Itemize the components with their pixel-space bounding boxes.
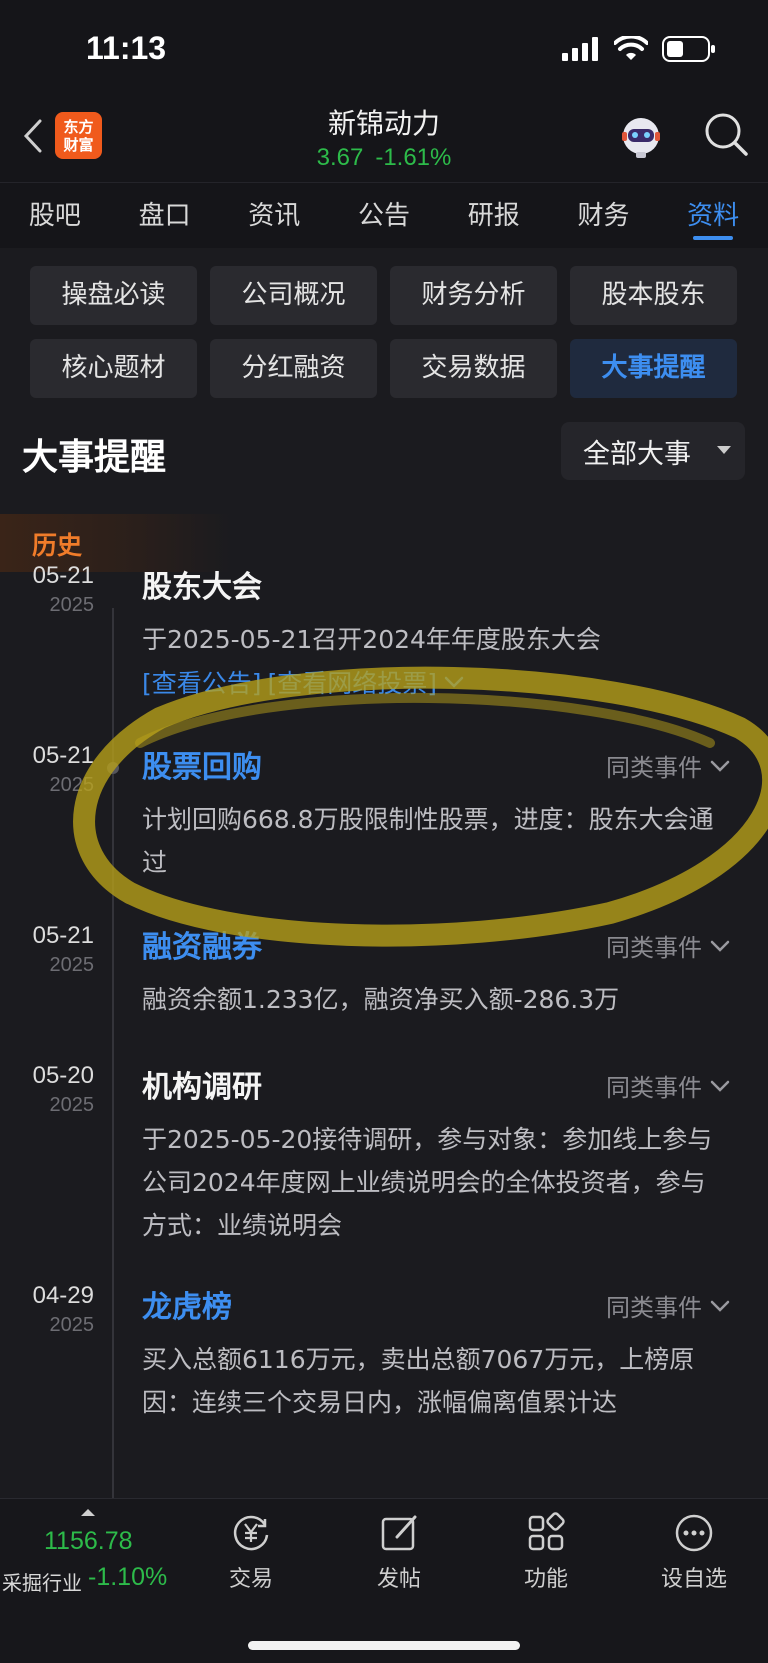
home-indicator[interactable] [248, 1641, 520, 1650]
more-icon [675, 1514, 713, 1552]
main-tabs: 股吧 盘口 资讯 公告 研报 财务 资料 [0, 182, 768, 248]
chevron-down-icon [710, 940, 730, 952]
event-links: [查看公告] [查看网络投票] [142, 664, 465, 700]
chevron-down-icon[interactable] [443, 675, 465, 689]
same-type-events-toggle[interactable]: 同类事件 [606, 748, 730, 783]
same-type-label: 同类事件 [606, 754, 702, 782]
same-type-events-toggle[interactable]: 同类事件 [606, 1288, 730, 1323]
tab-guba[interactable]: 股吧 [0, 183, 110, 248]
status-bar: 11:13 [0, 0, 768, 100]
event-date: 05-20 [32, 1062, 94, 1089]
subsection-button[interactable]: 公司概况 [210, 266, 377, 325]
content-area: 操盘必读 公司概况 财务分析 股本股东 核心题材 分红融资 交易数据 大事提醒 … [0, 248, 768, 1498]
event-title[interactable]: 融资融券 [142, 922, 262, 966]
subsection-button[interactable]: 财务分析 [390, 266, 557, 325]
battery-icon [662, 36, 715, 62]
chevron-down-icon [710, 1080, 730, 1092]
subsection-button[interactable]: 核心题材 [30, 339, 197, 398]
subsection-button[interactable]: 交易数据 [390, 339, 557, 398]
same-type-label: 同类事件 [606, 1074, 702, 1102]
tab-announcements[interactable]: 公告 [329, 183, 439, 248]
bottom-toolbar: 1156.78 采掘行业 -1.10% 交易 发帖 功能 设自选 [0, 1498, 768, 1663]
same-type-label: 同类事件 [606, 1294, 702, 1322]
industry-index-change: -1.10% [88, 1563, 168, 1591]
event-title[interactable]: 股票回购 [142, 742, 262, 786]
industry-index-value: 1156.78 [44, 1527, 133, 1555]
chevron-down-icon [710, 760, 730, 772]
event-date: 05-21 [32, 922, 94, 949]
chevron-down-icon [710, 1300, 730, 1312]
subsection-button[interactable]: 分红融资 [210, 339, 377, 398]
event-year: 2025 [49, 1094, 95, 1116]
expand-up-icon[interactable] [81, 1509, 95, 1516]
stock-price: 3.67 [316, 144, 364, 171]
event-title: 机构调研 [142, 1070, 262, 1105]
event-date: 05-21 [32, 562, 94, 589]
tab-pankou[interactable]: 盘口 [110, 183, 220, 248]
stock-change: -1.61% [375, 144, 452, 171]
event-description: 于2025-05-20接待调研，参与对象：参加线上参与公司2024年度网上业绩说… [142, 1125, 713, 1240]
signal-icon [562, 37, 598, 61]
view-announcement-link[interactable]: [查看公告] [142, 664, 262, 700]
event-year: 2025 [49, 954, 95, 976]
functions-label: 功能 [523, 1567, 568, 1592]
same-type-events-toggle[interactable]: 同类事件 [606, 928, 730, 963]
event-description: 融资余额1.233亿，融资净买入额-286.3万 [142, 985, 620, 1014]
wifi-icon [614, 36, 648, 60]
event-filter-dropdown[interactable]: 全部大事 [561, 422, 745, 480]
timeline-dot [107, 762, 119, 774]
filter-label: 全部大事 [583, 438, 691, 470]
event-description: 于2025-05-21召开2024年年度股东大会 [142, 625, 601, 654]
trade-label: 交易 [228, 1567, 273, 1592]
subsection-grid: 操盘必读 公司概况 财务分析 股本股东 核心题材 分红融资 交易数据 大事提醒 [30, 266, 738, 398]
event-title: 股东大会 [142, 570, 262, 605]
tab-research[interactable]: 研报 [439, 183, 549, 248]
functions-button[interactable]: 功能 [491, 1511, 601, 1593]
status-time: 11:13 [86, 30, 167, 66]
same-type-label: 同类事件 [606, 934, 702, 962]
tab-finance[interactable]: 财务 [549, 183, 659, 248]
event-date: 05-21 [32, 742, 94, 769]
add-watchlist-button[interactable]: 设自选 [639, 1511, 749, 1593]
search-icon[interactable] [702, 110, 750, 158]
event-year: 2025 [49, 774, 95, 796]
post-button[interactable]: 发帖 [344, 1511, 454, 1593]
event-year: 2025 [49, 594, 95, 616]
robot-assistant-icon[interactable] [618, 114, 664, 160]
caret-down-icon [717, 446, 731, 454]
add-watchlist-label: 设自选 [660, 1567, 727, 1592]
event-date: 04-29 [32, 1282, 94, 1309]
view-online-vote-link[interactable]: [查看网络投票] [268, 664, 438, 700]
tab-news[interactable]: 资讯 [219, 183, 329, 248]
subsection-button-active[interactable]: 大事提醒 [570, 339, 737, 398]
history-label: 历史 [32, 531, 83, 560]
industry-index-widget[interactable]: 1156.78 采掘行业 -1.10% [0, 1499, 176, 1609]
edit-icon [381, 1515, 417, 1551]
event-description: 买入总额6116万元，卖出总额7067万元，上榜原因：连续三个交易日内，涨幅偏离… [142, 1345, 695, 1417]
trade-button[interactable]: 交易 [196, 1511, 306, 1593]
event-title[interactable]: 龙虎榜 [142, 1282, 232, 1326]
subsection-button[interactable]: 操盘必读 [30, 266, 197, 325]
same-type-events-toggle[interactable]: 同类事件 [606, 1068, 730, 1103]
industry-label: 采掘行业 [2, 1571, 82, 1595]
section-title: 大事提醒 [22, 437, 167, 478]
tab-profile[interactable]: 资料 [658, 183, 768, 248]
stock-header: 东方 财富 新锦动力 3.67 -1.61% [0, 100, 768, 182]
timeline-line [112, 608, 114, 1498]
post-label: 发帖 [376, 1567, 421, 1592]
event-description: 计划回购668.8万股限制性股票，进度：股东大会通过 [142, 805, 714, 877]
event-year: 2025 [49, 1314, 95, 1336]
subsection-button[interactable]: 股本股东 [570, 266, 737, 325]
yen-exchange-icon [233, 1515, 269, 1551]
grid-apps-icon [528, 1512, 565, 1551]
status-icons [562, 36, 716, 62]
